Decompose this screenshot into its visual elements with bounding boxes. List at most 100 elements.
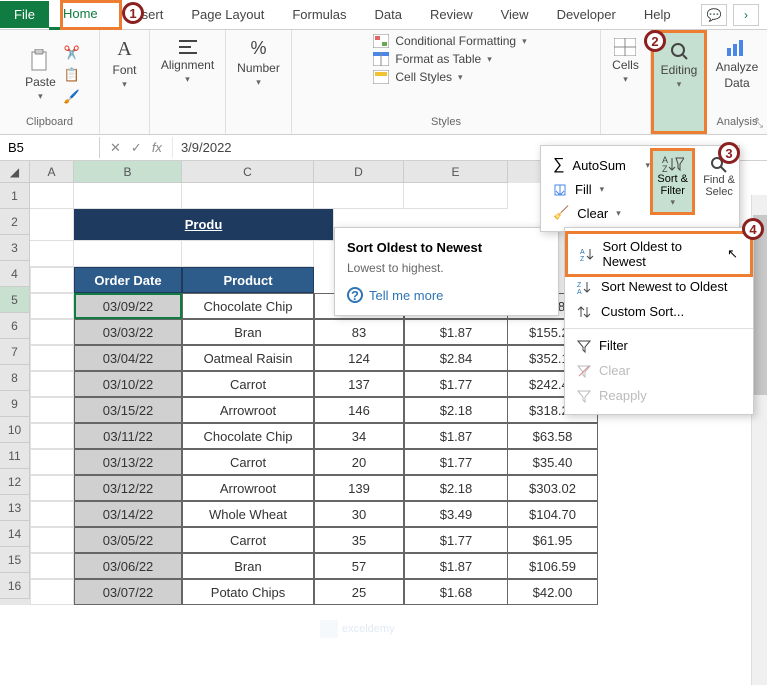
cell-product[interactable]: Carrot (182, 527, 314, 553)
cell[interactable] (30, 209, 74, 241)
col-header[interactable]: C (182, 161, 314, 183)
cell-styles-button[interactable]: Cell Styles ▾ (373, 70, 462, 84)
enter-icon[interactable]: ✓ (131, 140, 142, 156)
sort-oldest-newest-button[interactable]: AZSort Oldest to Newest↖ (565, 231, 753, 277)
cell[interactable] (30, 371, 74, 397)
cell-date[interactable]: 03/14/22 (74, 501, 182, 527)
tell-me-more-link[interactable]: ?Tell me more (347, 287, 546, 303)
cell-product[interactable]: Chocolate Chip (182, 293, 314, 319)
cell-total[interactable]: $303.02 (508, 475, 598, 501)
clear-button[interactable]: 🧹Clear ▾ (541, 201, 739, 225)
row-header[interactable]: 3 (0, 235, 30, 261)
cell-product[interactable]: Oatmeal Raisin (182, 345, 314, 371)
cell[interactable] (30, 241, 74, 267)
sort-filter-button[interactable]: AZ Sort & Filter▾ (650, 148, 695, 215)
comments-button[interactable]: 💬 (701, 4, 727, 26)
cell-qty[interactable]: 35 (314, 527, 404, 553)
cell-price[interactable]: $1.87 (404, 553, 508, 579)
cell-price[interactable]: $1.77 (404, 527, 508, 553)
cell[interactable] (30, 553, 74, 579)
cell-qty[interactable]: 146 (314, 397, 404, 423)
cell[interactable] (182, 241, 314, 267)
col-header[interactable]: A (30, 161, 74, 183)
row-header[interactable]: 15 (0, 547, 30, 573)
cell-qty[interactable]: 124 (314, 345, 404, 371)
analyze-data-button[interactable]: Analyze Data (710, 34, 765, 94)
cell[interactable] (30, 579, 74, 605)
cell-product[interactable]: Carrot (182, 371, 314, 397)
cell-qty[interactable]: 25 (314, 579, 404, 605)
cell-price[interactable]: $3.49 (404, 501, 508, 527)
cell-product[interactable]: Chocolate Chip (182, 423, 314, 449)
cell-product[interactable]: Arrowroot (182, 475, 314, 501)
cell-total[interactable]: $35.40 (508, 449, 598, 475)
tab-page-layout[interactable]: Page Layout (177, 1, 278, 28)
cell-product[interactable]: Carrot (182, 449, 314, 475)
cell-date[interactable]: 03/03/22 (74, 319, 182, 345)
fx-icon[interactable]: fx (152, 140, 162, 156)
cell[interactable] (30, 475, 74, 501)
cell[interactable] (30, 345, 74, 371)
cell-date[interactable]: 03/11/22 (74, 423, 182, 449)
tab-help[interactable]: Help (630, 1, 685, 28)
cell-qty[interactable]: 34 (314, 423, 404, 449)
cell-price[interactable]: $2.18 (404, 475, 508, 501)
cell-price[interactable]: $1.68 (404, 579, 508, 605)
cell[interactable] (30, 293, 74, 319)
cell-qty[interactable]: 30 (314, 501, 404, 527)
collapse-ribbon-icon[interactable]: ⌃ (753, 117, 761, 128)
cell-price[interactable]: $1.77 (404, 449, 508, 475)
cell-total[interactable]: $104.70 (508, 501, 598, 527)
cell-date[interactable]: 03/07/22 (74, 579, 182, 605)
cell-product[interactable]: Arrowroot (182, 397, 314, 423)
tab-formulas[interactable]: Formulas (278, 1, 360, 28)
cell-price[interactable]: $1.87 (404, 423, 508, 449)
cell-qty[interactable]: 57 (314, 553, 404, 579)
cell[interactable] (30, 449, 74, 475)
cell-qty[interactable]: 20 (314, 449, 404, 475)
conditional-formatting-button[interactable]: Conditional Formatting ▾ (373, 34, 526, 48)
row-header[interactable]: 10 (0, 417, 30, 443)
sort-newest-oldest-button[interactable]: ZASort Newest to Oldest (565, 274, 753, 299)
cell-product[interactable]: Potato Chips (182, 579, 314, 605)
row-header[interactable]: 9 (0, 391, 30, 417)
cell-qty[interactable]: 83 (314, 319, 404, 345)
col-header[interactable]: E (404, 161, 508, 183)
font-button[interactable]: A Font ▾ (106, 34, 142, 94)
row-header[interactable]: 16 (0, 573, 30, 599)
cell-date[interactable]: 03/13/22 (74, 449, 182, 475)
cell-product[interactable]: Whole Wheat (182, 501, 314, 527)
cell-product[interactable]: Bran (182, 553, 314, 579)
cell-product[interactable]: Bran (182, 319, 314, 345)
number-button[interactable]: % Number ▾ (231, 34, 286, 92)
format-painter-icon[interactable]: 🖌️ (64, 89, 80, 105)
cell-date[interactable]: 03/04/22 (74, 345, 182, 371)
cell-price[interactable]: $1.87 (404, 319, 508, 345)
tab-developer[interactable]: Developer (543, 1, 630, 28)
row-header[interactable]: 8 (0, 365, 30, 391)
row-header[interactable]: 12 (0, 469, 30, 495)
name-box[interactable]: B5 (0, 137, 100, 158)
custom-sort-button[interactable]: Custom Sort... (565, 299, 753, 324)
cell-price[interactable]: $2.84 (404, 345, 508, 371)
copy-icon[interactable]: 📋 (64, 67, 80, 83)
cells-button[interactable]: Cells ▾ (606, 34, 645, 89)
cell[interactable] (30, 501, 74, 527)
row-header[interactable]: 13 (0, 495, 30, 521)
cell-date[interactable]: 03/10/22 (74, 371, 182, 397)
cell[interactable] (30, 527, 74, 553)
cell-date[interactable]: 03/06/22 (74, 553, 182, 579)
tab-review[interactable]: Review (416, 1, 487, 28)
select-all-corner[interactable]: ◢ (0, 161, 30, 183)
cell-date[interactable]: 03/15/22 (74, 397, 182, 423)
row-header[interactable]: 5 (0, 287, 30, 313)
cell[interactable] (182, 183, 314, 209)
header-cell[interactable]: Product (182, 267, 314, 293)
share-button[interactable]: › (733, 4, 759, 26)
row-header[interactable]: 2 (0, 209, 30, 235)
alignment-button[interactable]: Alignment ▾ (155, 34, 220, 89)
cell-date[interactable]: 03/09/22 (74, 293, 182, 319)
cell-total[interactable]: $61.95 (508, 527, 598, 553)
tab-file[interactable]: File (0, 1, 49, 28)
row-header[interactable]: 1 (0, 183, 30, 209)
